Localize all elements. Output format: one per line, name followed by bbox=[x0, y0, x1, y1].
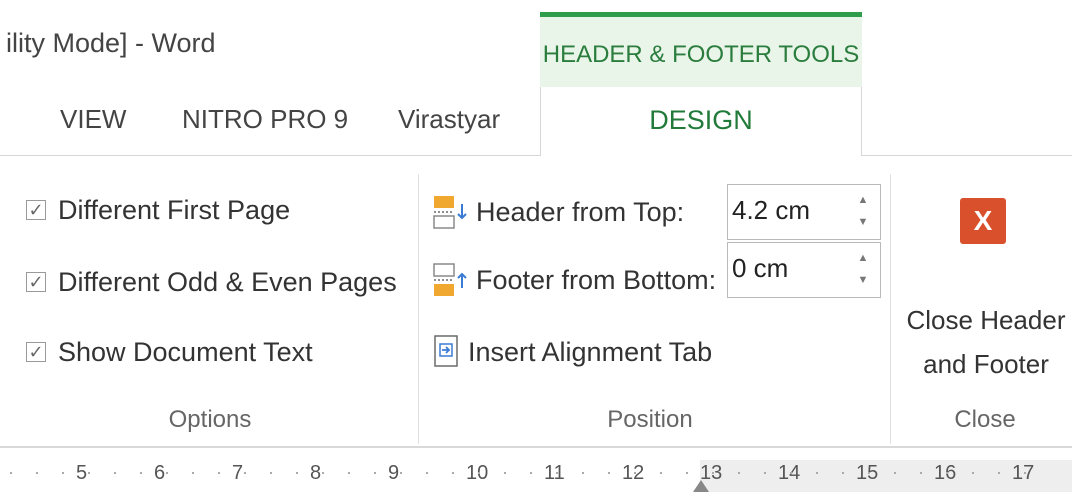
window-title: ility Mode] - Word bbox=[6, 28, 216, 58]
checkbox-checked-icon[interactable]: ✓ bbox=[26, 342, 46, 362]
different-first-page-label: Different First Page bbox=[58, 194, 291, 225]
spin-up-icon[interactable]: ▲ bbox=[856, 191, 870, 209]
ruler-tick bbox=[166, 472, 168, 474]
ruler-tick bbox=[998, 472, 1000, 474]
ruler-tick bbox=[10, 472, 12, 474]
tab-nitro-pro-9[interactable]: NITRO PRO 9 bbox=[182, 104, 348, 135]
ruler-tick bbox=[634, 472, 636, 474]
spin-down-icon[interactable]: ▼ bbox=[856, 213, 870, 231]
close-header-footer-button[interactable]: X Close Header and Footer bbox=[900, 180, 1072, 390]
footer-from-bottom-icon bbox=[433, 263, 467, 296]
position-group-label: Position bbox=[607, 406, 693, 433]
footer-from-bottom-spinner[interactable]: 0 cm ▲ ▼ bbox=[727, 242, 881, 298]
ruler-tick bbox=[452, 472, 454, 474]
ruler-tick bbox=[62, 472, 64, 474]
tab-virastyar[interactable]: Virastyar bbox=[398, 104, 500, 135]
title-bar: ility Mode] - Word HEADER & FOOTER TOOLS bbox=[0, 0, 1072, 88]
ruler-number: 7 bbox=[232, 462, 244, 484]
ruler-tick bbox=[868, 472, 870, 474]
ruler-number: 11 bbox=[544, 462, 565, 484]
ruler-tick bbox=[88, 472, 90, 474]
ruler-tick bbox=[842, 472, 844, 474]
close-label-line2: and Footer bbox=[923, 349, 1049, 379]
ruler-tick bbox=[556, 472, 558, 474]
different-odd-even-pages-label: Different Odd & Even Pages bbox=[58, 266, 397, 297]
spinner-arrows: ▲ ▼ bbox=[856, 191, 870, 235]
ruler-tick bbox=[764, 472, 766, 474]
horizontal-ruler[interactable]: 5 6 7 8 9 10 11 12 13 14 15 16 17 bbox=[0, 460, 1072, 500]
ruler-tick bbox=[244, 472, 246, 474]
footer-from-bottom-control: Footer from Bottom: bbox=[432, 258, 716, 302]
ruler-number: 5 bbox=[76, 462, 88, 484]
header-from-top-spinner[interactable]: 4.2 cm ▲ ▼ bbox=[727, 184, 881, 240]
show-document-text-checkbox[interactable]: ✓ Show Document Text bbox=[26, 332, 313, 372]
different-odd-even-pages-checkbox[interactable]: ✓ Different Odd & Even Pages bbox=[26, 262, 397, 302]
group-separator bbox=[418, 174, 419, 444]
ruler-tick bbox=[1024, 472, 1026, 474]
ruler-tick bbox=[686, 472, 688, 474]
insert-alignment-tab-button[interactable]: Insert Alignment Tab bbox=[432, 330, 712, 374]
close-icon: X bbox=[960, 198, 1006, 244]
checkbox-checked-icon[interactable]: ✓ bbox=[26, 200, 46, 220]
checkbox-checked-icon[interactable]: ✓ bbox=[26, 272, 46, 292]
ruler-tick bbox=[478, 472, 480, 474]
ruler-tick bbox=[972, 472, 974, 474]
insert-alignment-tab-icon bbox=[434, 335, 458, 367]
ruler-tick bbox=[894, 472, 896, 474]
ruler-tick bbox=[920, 472, 922, 474]
contextual-tab-group: HEADER & FOOTER TOOLS bbox=[540, 12, 862, 88]
ruler-tick bbox=[400, 472, 402, 474]
ruler-tick bbox=[348, 472, 350, 474]
ruler-tick bbox=[426, 472, 428, 474]
tab-design[interactable]: DESIGN bbox=[540, 87, 862, 157]
ruler-tick bbox=[218, 472, 220, 474]
ruler-tick bbox=[660, 472, 662, 474]
close-group-label: Close bbox=[954, 406, 1016, 433]
header-from-top-control: Header from Top: bbox=[432, 190, 684, 234]
header-from-top-label: Header from Top: bbox=[476, 196, 685, 227]
close-header-footer-label: Close Header and Footer bbox=[900, 298, 1072, 386]
ruler-tick bbox=[738, 472, 740, 474]
ruler-tick bbox=[192, 472, 194, 474]
ruler-tick bbox=[36, 472, 38, 474]
contextual-tab-group-label: HEADER & FOOTER TOOLS bbox=[542, 41, 860, 68]
header-from-top-input[interactable]: 4.2 cm bbox=[732, 195, 810, 226]
different-first-page-checkbox[interactable]: ✓ Different First Page bbox=[26, 190, 290, 230]
footer-from-bottom-label: Footer from Bottom: bbox=[476, 264, 717, 295]
ruler-number: 9 bbox=[388, 462, 400, 484]
ruler-number: 6 bbox=[154, 462, 166, 484]
spin-down-icon[interactable]: ▼ bbox=[856, 271, 870, 289]
ruler-tick bbox=[816, 472, 818, 474]
ruler-tick bbox=[608, 472, 610, 474]
options-group-label: Options bbox=[168, 406, 252, 433]
ruler-tick bbox=[270, 472, 272, 474]
tab-view[interactable]: VIEW bbox=[60, 104, 126, 135]
ribbon-panel: ✓ Different First Page ✓ Different Odd &… bbox=[0, 156, 1072, 448]
ruler-number: 8 bbox=[310, 462, 322, 484]
header-from-top-icon bbox=[433, 196, 467, 229]
ruler-tick bbox=[582, 472, 584, 474]
ribbon-tab-row: VIEW NITRO PRO 9 Virastyar DESIGN bbox=[0, 87, 1072, 157]
ruler-tick bbox=[296, 472, 298, 474]
spinner-arrows: ▲ ▼ bbox=[856, 249, 870, 293]
ruler-tick bbox=[504, 472, 506, 474]
ruler-tick bbox=[140, 472, 142, 474]
ruler-tick bbox=[790, 472, 792, 474]
close-label-line1: Close Header bbox=[906, 305, 1066, 335]
ruler-tick bbox=[530, 472, 532, 474]
ruler-tick bbox=[374, 472, 376, 474]
ruler-tick bbox=[114, 472, 116, 474]
spin-up-icon[interactable]: ▲ bbox=[856, 249, 870, 267]
ruler-tick bbox=[322, 472, 324, 474]
show-document-text-label: Show Document Text bbox=[58, 336, 313, 367]
ruler-tick bbox=[946, 472, 948, 474]
group-separator bbox=[890, 174, 891, 444]
footer-from-bottom-input[interactable]: 0 cm bbox=[732, 253, 788, 284]
insert-alignment-tab-label: Insert Alignment Tab bbox=[468, 336, 713, 367]
ruler-tick bbox=[712, 472, 714, 474]
